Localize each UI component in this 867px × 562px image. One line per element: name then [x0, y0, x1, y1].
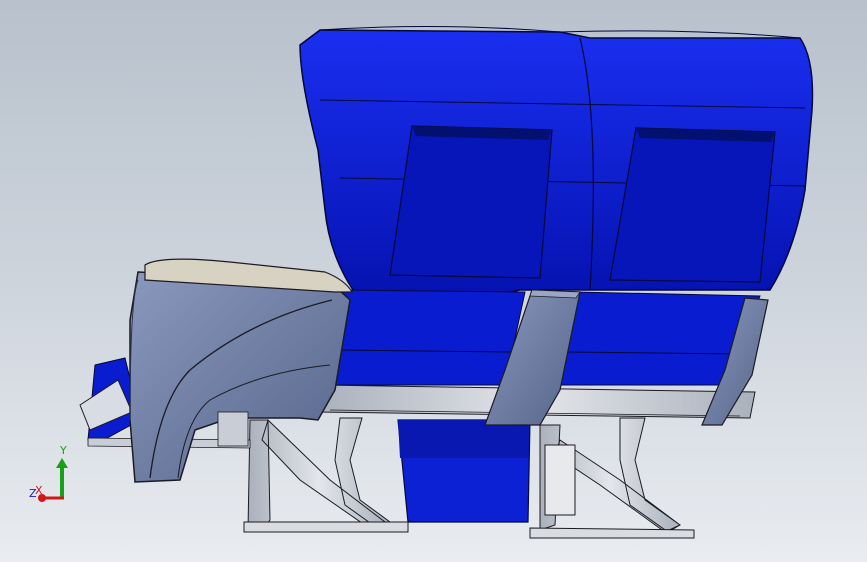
seat-backs — [299, 25, 814, 301]
left-leg-base — [243, 521, 409, 533]
seat-cushion-left — [324, 289, 526, 386]
armrest-bracket — [217, 411, 249, 447]
right-leg-base — [529, 527, 695, 539]
y-axis-label: Y — [59, 444, 67, 457]
under-seat-box-top — [398, 420, 530, 458]
left-armrest — [129, 258, 354, 483]
right-seat-pocket — [609, 127, 776, 283]
axis-triad: Y Z X — [29, 444, 68, 502]
left-seat-pocket — [389, 125, 553, 279]
cad-viewport[interactable]: Y Z X — [0, 0, 867, 562]
left-leg — [247, 417, 391, 531]
right-leg-bracket — [544, 444, 576, 516]
x-axis-label: X — [35, 484, 43, 497]
y-axis-arrow — [56, 458, 68, 468]
